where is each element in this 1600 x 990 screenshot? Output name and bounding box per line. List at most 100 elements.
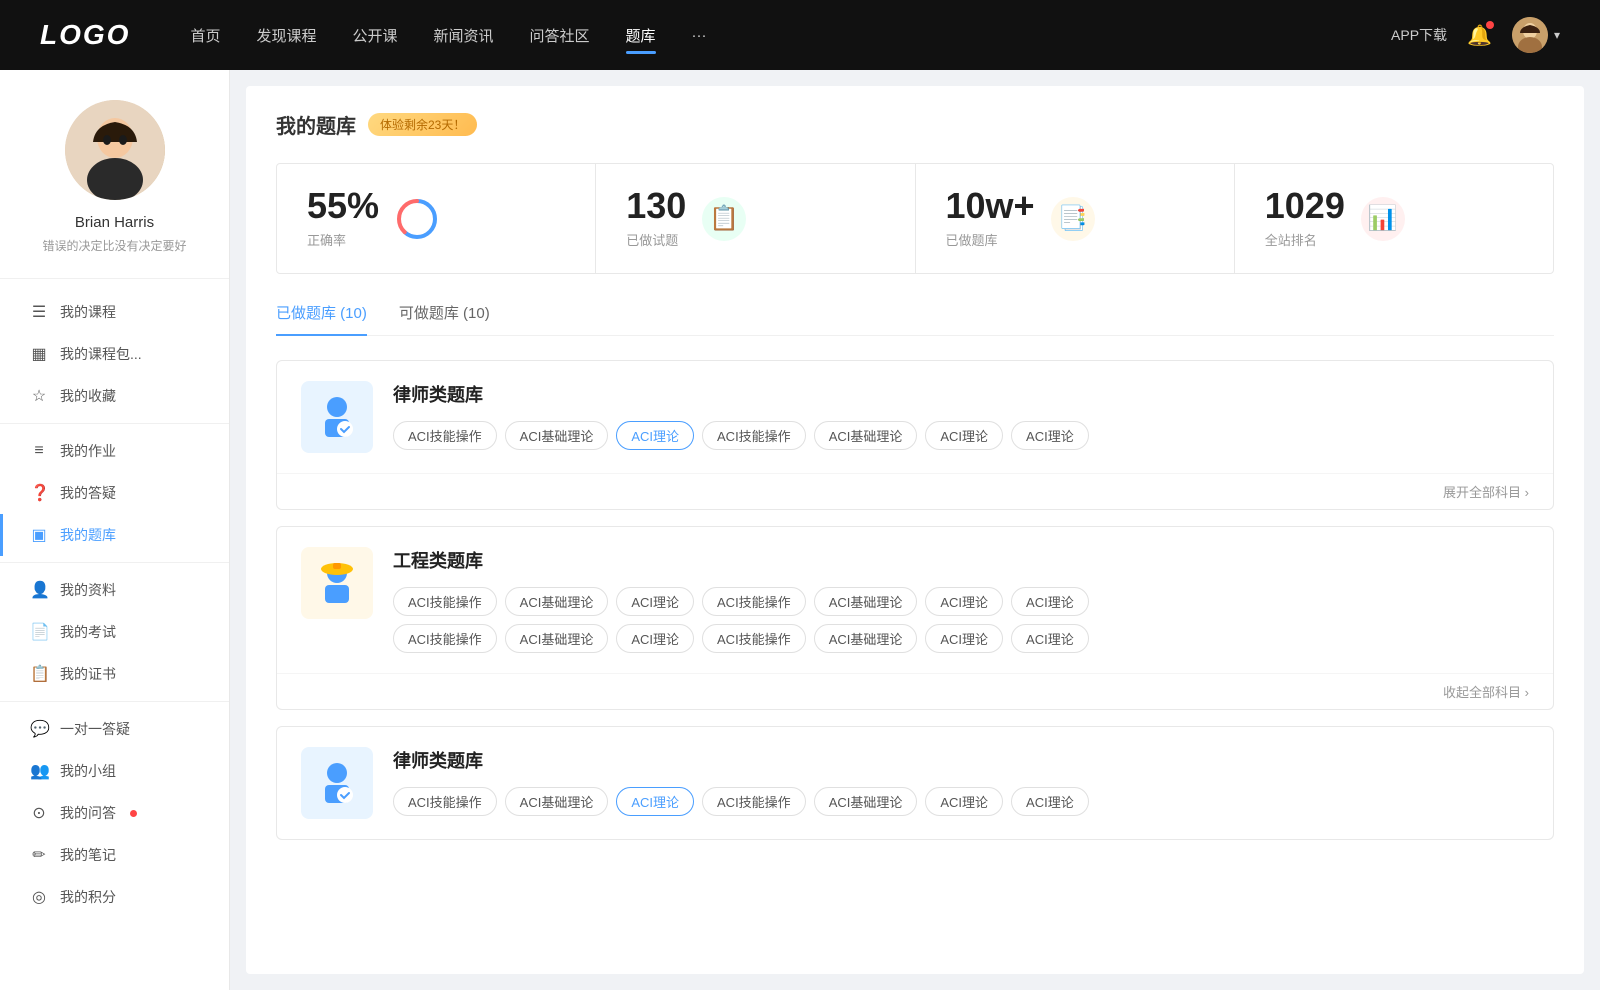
tag-lawyer2-5[interactable]: ACI理论 [925, 787, 1003, 816]
qb-section-lawyer2: 律师类题库 ACI技能操作 ACI基础理论 ACI理论 ACI技能操作 ACI基… [276, 726, 1554, 840]
stat-accuracy-text: 55% 正确率 [307, 188, 379, 249]
expand-engineer[interactable]: 收起全部科目 › [277, 673, 1553, 709]
nav-qa[interactable]: 问答社区 [530, 21, 590, 50]
qb-header-lawyer1: 律师类题库 ACI技能操作 ACI基础理论 ACI理论 ACI技能操作 ACI基… [277, 361, 1553, 473]
sidebar-item-notes[interactable]: ✏ 我的笔记 [0, 834, 229, 876]
tag-lawyer1-5[interactable]: ACI理论 [925, 421, 1003, 450]
nav-more[interactable]: ··· [692, 23, 707, 48]
tag-eng2-6[interactable]: ACI理论 [1011, 624, 1089, 653]
rank-label: 全站排名 [1265, 230, 1345, 249]
sidebar-label-qbank: 我的题库 [60, 525, 116, 545]
tag-lawyer1-6[interactable]: ACI理论 [1011, 421, 1089, 450]
points-icon: ◎ [30, 887, 48, 907]
nav-question-bank[interactable]: 题库 [626, 21, 656, 50]
sidebar-label-homework: 我的作业 [60, 441, 116, 461]
list-icon: 📑 [1051, 197, 1095, 241]
sidebar-item-course[interactable]: ☰ 我的课程 [0, 291, 229, 333]
qb-title-lawyer1: 律师类题库 [393, 381, 1529, 407]
stat-accuracy: 55% 正确率 [277, 164, 596, 273]
tag-lawyer2-2[interactable]: ACI理论 [616, 787, 694, 816]
page-header: 我的题库 体验剩余23天！ [276, 110, 1554, 139]
trial-badge: 体验剩余23天！ [368, 113, 477, 136]
tag-lawyer2-0[interactable]: ACI技能操作 [393, 787, 497, 816]
tag-eng-4[interactable]: ACI基础理论 [814, 587, 918, 616]
tag-eng-3[interactable]: ACI技能操作 [702, 587, 806, 616]
tag-eng-6[interactable]: ACI理论 [1011, 587, 1089, 616]
sidebar-item-myqa[interactable]: ⊙ 我的问答 [0, 792, 229, 834]
nav-news[interactable]: 新闻资讯 [434, 21, 494, 50]
tag-eng-2[interactable]: ACI理论 [616, 587, 694, 616]
sidebar-item-homework[interactable]: ≡ 我的作业 [0, 430, 229, 472]
tag-eng2-1[interactable]: ACI基础理论 [505, 624, 609, 653]
tag-eng2-5[interactable]: ACI理论 [925, 624, 1003, 653]
tag-lawyer1-4[interactable]: ACI基础理论 [814, 421, 918, 450]
tag-lawyer1-1[interactable]: ACI基础理论 [505, 421, 609, 450]
tag-eng-5[interactable]: ACI理论 [925, 587, 1003, 616]
tag-eng2-0[interactable]: ACI技能操作 [393, 624, 497, 653]
tag-lawyer1-2[interactable]: ACI理论 [616, 421, 694, 450]
banks-value: 10w+ [946, 188, 1035, 224]
sidebar-item-question-bank[interactable]: ▣ 我的题库 [0, 514, 229, 556]
stat-ranking: 1029 全站排名 📊 [1235, 164, 1553, 273]
tag-lawyer1-0[interactable]: ACI技能操作 [393, 421, 497, 450]
sidebar-item-group[interactable]: 👥 我的小组 [0, 750, 229, 792]
page-title: 我的题库 [276, 110, 356, 139]
sidebar-menu: ☰ 我的课程 ▦ 我的课程包... ☆ 我的收藏 ≡ 我的作业 ❓ 我的答疑 ▣ [0, 279, 229, 930]
tag-lawyer2-1[interactable]: ACI基础理论 [505, 787, 609, 816]
stat-done-questions: 130 已做试题 📋 [596, 164, 915, 273]
qb-section-engineer: 工程类题库 ACI技能操作 ACI基础理论 ACI理论 ACI技能操作 ACI基… [276, 526, 1554, 710]
accuracy-icon [395, 197, 439, 241]
tag-eng2-3[interactable]: ACI技能操作 [702, 624, 806, 653]
chevron-down-icon: ▾ [1554, 28, 1560, 42]
tag-eng2-2[interactable]: ACI理论 [616, 624, 694, 653]
sidebar-label-cert: 我的证书 [60, 664, 116, 684]
rank-value: 1029 [1265, 188, 1345, 224]
sidebar-item-exam[interactable]: 📄 我的考试 [0, 611, 229, 653]
stat-rank-text: 1029 全站排名 [1265, 188, 1345, 249]
user-avatar-nav[interactable]: ▾ [1512, 17, 1560, 53]
qa-dot [130, 810, 137, 817]
sidebar-item-1on1[interactable]: 💬 一对一答疑 [0, 708, 229, 750]
sidebar-label-myqa: 我的问答 [60, 803, 116, 823]
nav-open-course[interactable]: 公开课 [352, 21, 397, 50]
bell-icon[interactable]: 🔔 [1467, 23, 1492, 48]
tab-done[interactable]: 已做题库 (10) [276, 302, 367, 335]
qb-content-engineer: 工程类题库 ACI技能操作 ACI基础理论 ACI理论 ACI技能操作 ACI基… [393, 547, 1529, 653]
expand-lawyer1[interactable]: 展开全部科目 › [277, 473, 1553, 509]
homework-icon: ≡ [30, 442, 48, 460]
tag-lawyer1-3[interactable]: ACI技能操作 [702, 421, 806, 450]
nav-discover[interactable]: 发现课程 [256, 21, 316, 50]
logo: LOGO [40, 19, 130, 51]
tag-lawyer2-6[interactable]: ACI理论 [1011, 787, 1089, 816]
divider3 [0, 701, 229, 702]
tag-lawyer2-4[interactable]: ACI基础理论 [814, 787, 918, 816]
sidebar-item-certificate[interactable]: 📋 我的证书 [0, 653, 229, 695]
tag-eng2-4[interactable]: ACI基础理论 [814, 624, 918, 653]
tag-eng-1[interactable]: ACI基础理论 [505, 587, 609, 616]
banks-label: 已做题库 [946, 230, 1035, 249]
tab-todo[interactable]: 可做题库 (10) [399, 302, 490, 335]
qb-content-lawyer2: 律师类题库 ACI技能操作 ACI基础理论 ACI理论 ACI技能操作 ACI基… [393, 747, 1529, 816]
sidebar-item-course-package[interactable]: ▦ 我的课程包... [0, 333, 229, 375]
nav-home[interactable]: 首页 [190, 21, 220, 50]
exam-icon: 📄 [30, 622, 48, 642]
tabs: 已做题库 (10) 可做题库 (10) [276, 302, 1554, 336]
navbar-right: APP下载 🔔 ▾ [1391, 17, 1560, 53]
qb-header-lawyer2: 律师类题库 ACI技能操作 ACI基础理论 ACI理论 ACI技能操作 ACI基… [277, 727, 1553, 839]
sidebar-item-favorites[interactable]: ☆ 我的收藏 [0, 375, 229, 417]
sidebar-item-profile[interactable]: 👤 我的资料 [0, 569, 229, 611]
done-value: 130 [626, 188, 686, 224]
tag-lawyer2-3[interactable]: ACI技能操作 [702, 787, 806, 816]
sidebar-label-favorites: 我的收藏 [60, 386, 116, 406]
lawyer-icon-wrap [301, 381, 373, 453]
notes-icon: ✏ [30, 845, 48, 865]
accuracy-label: 正确率 [307, 230, 379, 249]
engineer-icon-wrap [301, 547, 373, 619]
app-download-link[interactable]: APP下载 [1391, 25, 1447, 45]
sidebar-item-answers[interactable]: ❓ 我的答疑 [0, 472, 229, 514]
sidebar-label-points: 我的积分 [60, 887, 116, 907]
sidebar-item-points[interactable]: ◎ 我的积分 [0, 876, 229, 918]
tag-eng-0[interactable]: ACI技能操作 [393, 587, 497, 616]
chart-icon: 📊 [1361, 197, 1405, 241]
qb-title-lawyer2: 律师类题库 [393, 747, 1529, 773]
